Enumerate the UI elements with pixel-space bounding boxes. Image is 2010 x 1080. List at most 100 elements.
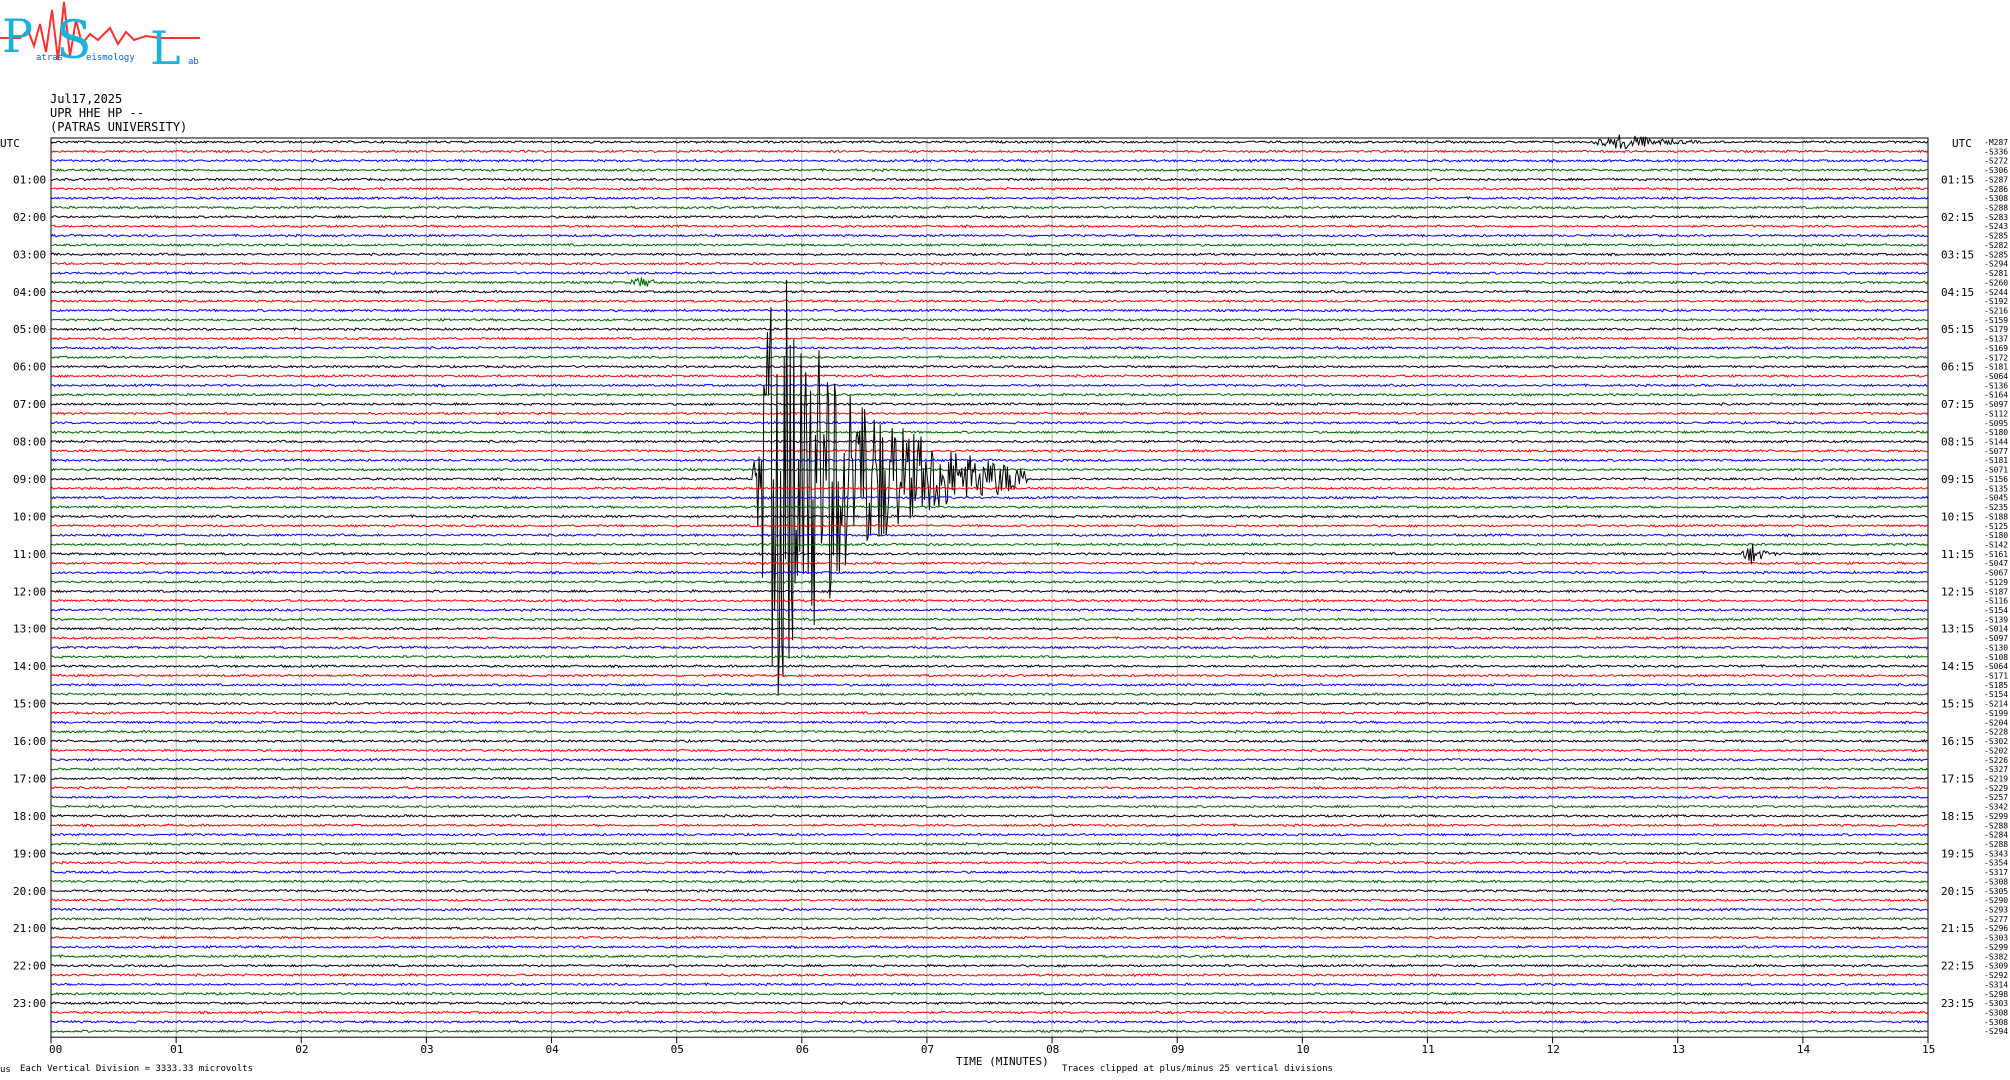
trace-41 bbox=[50, 523, 1929, 528]
trace-24 bbox=[50, 364, 1929, 369]
trace-offset-label: -S298 bbox=[1984, 990, 2008, 999]
x-axis-title: TIME (MINUTES) bbox=[956, 1055, 1049, 1068]
trace-offset-label: -S343 bbox=[1984, 849, 2008, 858]
trace-16 bbox=[50, 289, 1928, 294]
hour-label-right: 09:15 bbox=[1941, 473, 1974, 486]
trace-90 bbox=[50, 982, 1929, 987]
trace-10 bbox=[50, 233, 1929, 238]
trace-14 bbox=[50, 270, 1928, 276]
trace-offset-label: -S299 bbox=[1984, 812, 2008, 821]
trace-offset-label: -M287 bbox=[1984, 138, 2008, 147]
hour-label-left: 06:00 bbox=[13, 361, 46, 374]
trace-63 bbox=[50, 729, 1929, 734]
trace-offset-label: -S159 bbox=[1984, 316, 2008, 325]
trace-offset-label: -S303 bbox=[1984, 999, 2008, 1008]
trace-78 bbox=[50, 869, 1929, 875]
trace-offset-label: -S260 bbox=[1984, 278, 2008, 287]
trace-offset-label: -S179 bbox=[1984, 325, 2008, 334]
hour-label-left: 22:00 bbox=[13, 960, 46, 973]
trace-43 bbox=[50, 542, 1929, 547]
trace-offset-label: -S288 bbox=[1984, 840, 2008, 849]
trace-93 bbox=[50, 1010, 1929, 1015]
hour-label-left: 11:00 bbox=[13, 548, 46, 561]
trace-40 bbox=[50, 514, 1928, 519]
hour-label-right: 02:15 bbox=[1941, 211, 1974, 224]
trace-37 bbox=[50, 486, 1929, 491]
trace-offset-label: -S045 bbox=[1984, 494, 2008, 503]
hour-label-right: 11:15 bbox=[1941, 548, 1974, 561]
trace-offset-label: -S281 bbox=[1984, 269, 2008, 278]
hour-label-right: 10:15 bbox=[1941, 510, 1974, 523]
trace-26 bbox=[50, 383, 1928, 388]
trace-offset-label: -S235 bbox=[1984, 503, 2008, 512]
trace-44 bbox=[50, 543, 1929, 564]
trace-89 bbox=[50, 972, 1929, 978]
trace-21 bbox=[50, 336, 1928, 341]
trace-offset-label: -S172 bbox=[1984, 353, 2008, 362]
trace-offset-label: -S299 bbox=[1984, 943, 2008, 952]
hour-label-left: 03:00 bbox=[13, 248, 46, 261]
trace-offset-label: -S130 bbox=[1984, 643, 2008, 652]
x-tick-label: 13 bbox=[1672, 1043, 1685, 1056]
trace-38 bbox=[50, 495, 1929, 500]
hour-label-left: 05:00 bbox=[13, 323, 46, 336]
trace-offset-label: -S135 bbox=[1984, 484, 2008, 493]
trace-67 bbox=[50, 766, 1929, 772]
trace-offset-label: -S342 bbox=[1984, 803, 2008, 812]
trace-offset-label: -S214 bbox=[1984, 700, 2008, 709]
hour-label-right: 22:15 bbox=[1941, 960, 1974, 973]
trace-offset-label: -S308 bbox=[1984, 877, 2008, 886]
trace-offset-label: -S286 bbox=[1984, 185, 2008, 194]
trace-offset-label: -S309 bbox=[1984, 962, 2008, 971]
hour-label-right: 07:15 bbox=[1941, 398, 1974, 411]
x-tick-label: 15 bbox=[1922, 1043, 1935, 1056]
trace-offset-label: -S290 bbox=[1984, 896, 2008, 905]
trace-offset-label: -S116 bbox=[1984, 597, 2008, 606]
trace-offset-label: -S306 bbox=[1984, 166, 2008, 175]
trace-49 bbox=[50, 598, 1929, 603]
trace-47 bbox=[50, 579, 1929, 584]
trace-9 bbox=[50, 224, 1928, 229]
trace-offset-label: -S171 bbox=[1984, 672, 2008, 681]
trace-offset-label: -S097 bbox=[1984, 400, 2008, 409]
hour-label-right: 16:15 bbox=[1941, 735, 1974, 748]
trace-85 bbox=[50, 935, 1928, 940]
trace-offset-label: -S169 bbox=[1984, 344, 2008, 353]
trace-offset-label: -S317 bbox=[1984, 868, 2008, 877]
trace-offset-label: -S187 bbox=[1984, 587, 2008, 596]
hour-label-right: 06:15 bbox=[1941, 361, 1974, 374]
trace-0 bbox=[50, 134, 1929, 150]
trace-34 bbox=[50, 457, 1929, 463]
trace-51 bbox=[50, 617, 1929, 622]
trace-68 bbox=[50, 776, 1928, 781]
hour-label-left: 16:00 bbox=[13, 735, 46, 748]
x-tick-label: 05 bbox=[671, 1043, 684, 1056]
trace-offset-label: -S314 bbox=[1984, 980, 2008, 989]
trace-offset-label: -S257 bbox=[1984, 793, 2008, 802]
trace-79 bbox=[50, 879, 1929, 884]
trace-offset-label: -S305 bbox=[1984, 887, 2008, 896]
trace-88 bbox=[50, 963, 1929, 968]
trace-71 bbox=[50, 804, 1929, 809]
x-tick-label: 06 bbox=[796, 1043, 809, 1056]
trace-48 bbox=[50, 589, 1929, 594]
trace-56 bbox=[50, 663, 1928, 669]
trace-7 bbox=[50, 205, 1929, 210]
x-tick-label: 10 bbox=[1296, 1043, 1309, 1056]
trace-64 bbox=[50, 738, 1929, 744]
hour-label-right: 04:15 bbox=[1941, 286, 1974, 299]
trace-82 bbox=[50, 907, 1929, 912]
trace-offset-label: -S243 bbox=[1984, 222, 2008, 231]
trace-offset-label: -S283 bbox=[1984, 213, 2008, 222]
trace-42 bbox=[50, 533, 1929, 538]
trace-28 bbox=[50, 401, 1928, 407]
clip-note: Traces clipped at plus/minus 25 vertical… bbox=[1062, 1064, 1333, 1074]
trace-92 bbox=[50, 1001, 1928, 1006]
right-utc-label: UTC bbox=[1952, 137, 1972, 150]
trace-offset-label: -S164 bbox=[1984, 391, 2008, 400]
trace-20 bbox=[50, 327, 1929, 332]
trace-offset-label: -S181 bbox=[1984, 456, 2008, 465]
trace-offset-label: -S294 bbox=[1984, 260, 2008, 269]
trace-18 bbox=[50, 308, 1928, 313]
trace-19 bbox=[50, 317, 1929, 323]
